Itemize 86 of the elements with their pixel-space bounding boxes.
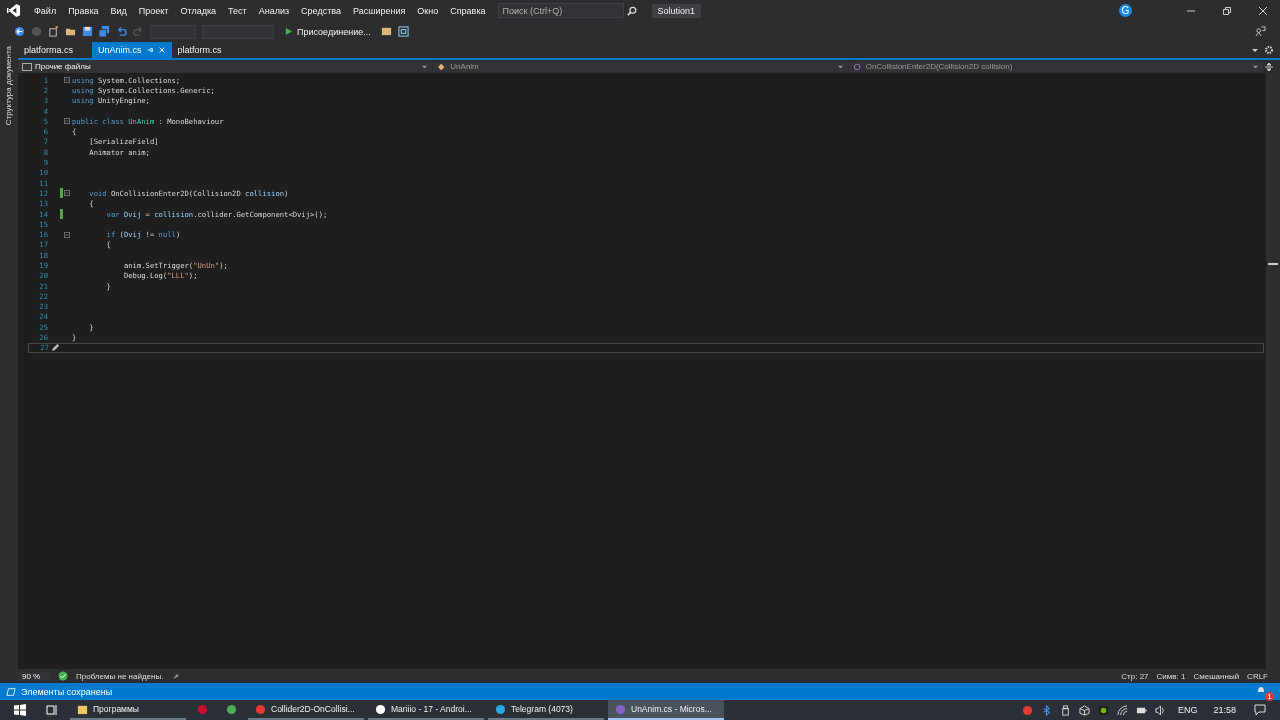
status-message: Элементы сохранены [21, 686, 113, 697]
menu-item[interactable]: Окно [411, 5, 445, 16]
caret-icon [836, 63, 844, 70]
play-icon [284, 27, 293, 36]
taskbar-item[interactable]: Telegram (4073) [488, 700, 604, 720]
cube-icon[interactable] [1078, 704, 1090, 716]
collapse-icon[interactable] [64, 118, 70, 125]
back-icon[interactable] [14, 26, 25, 37]
menu-item[interactable]: Средства [295, 5, 347, 16]
bell-icon[interactable] [1256, 684, 1266, 695]
column-indicator: Симв: 1 [1156, 671, 1186, 681]
undo-icon[interactable] [116, 26, 127, 37]
task-view-icon[interactable] [46, 704, 58, 716]
folder-icon[interactable] [65, 26, 76, 37]
taskbar-item[interactable]: Mariiio - 17 - Androi... [368, 700, 484, 720]
split-icon[interactable] [1264, 61, 1274, 72]
start-icon[interactable] [14, 704, 26, 716]
volume-icon[interactable] [1154, 704, 1166, 716]
taskbar-item[interactable]: Программы [70, 700, 186, 720]
menu-item[interactable]: Справка [444, 5, 492, 16]
check-circle-icon [58, 671, 68, 681]
line-indicator: Стр: 27 [1121, 671, 1149, 681]
dropdown-value: Прочие файлы [35, 62, 91, 71]
collapse-icon[interactable] [64, 231, 70, 238]
input-language[interactable]: ENG [1177, 705, 1198, 715]
action-center-icon[interactable] [1254, 704, 1266, 716]
new-project-icon[interactable] [48, 26, 59, 37]
menu-item[interactable]: Файл [28, 5, 63, 16]
app-icon [226, 703, 237, 715]
notification-badge: 1 [1265, 691, 1274, 701]
menu-item[interactable]: Тест [222, 5, 253, 16]
search-field[interactable]: Поиск (Ctrl+Q) [497, 3, 624, 18]
menu-item[interactable]: Правка [62, 5, 105, 16]
dropdown-value: OnCollisionEnter2D(Collision2D collision) [865, 62, 1013, 71]
toolbar-window-icon[interactable] [397, 26, 409, 37]
pin-icon[interactable] [145, 46, 154, 54]
menu-item[interactable]: Расширения [346, 5, 412, 16]
project-icon [22, 62, 32, 71]
pencil-icon [50, 343, 60, 353]
member-dropdown[interactable]: OnCollisionEnter2D(Collision2D collision) [848, 60, 1263, 73]
restore-icon[interactable] [1222, 5, 1232, 16]
tray-app-icon[interactable] [1021, 704, 1033, 716]
problems-status[interactable]: Проблемы не найдены. [76, 671, 164, 681]
account-avatar[interactable]: G [1119, 4, 1132, 17]
gpu-icon[interactable] [1097, 704, 1109, 716]
taskbar-item[interactable]: Collider2D-OnCollisi... [248, 700, 364, 720]
taskbar-item[interactable]: UnAnim.cs - Micros... [608, 700, 724, 720]
class-dropdown[interactable]: UnAnim [433, 60, 848, 73]
clock[interactable]: 21:58 [1213, 705, 1236, 715]
whitespace-indicator[interactable]: Смешанный [1193, 671, 1240, 681]
app-icon [495, 703, 506, 715]
collapse-icon[interactable] [64, 77, 70, 84]
app-icon [615, 703, 626, 715]
feedback-icon[interactable] [1255, 26, 1266, 37]
solution-name: Solution1 [651, 3, 702, 18]
app-icon [77, 703, 88, 715]
app-icon [255, 703, 266, 715]
settings-icon[interactable] [1264, 45, 1274, 55]
wifi-icon[interactable] [1116, 704, 1128, 716]
usb-drive-icon[interactable] [1059, 704, 1071, 716]
save-all-icon[interactable] [99, 26, 110, 37]
collapse-icon[interactable] [64, 190, 70, 197]
status-icon [6, 686, 16, 697]
zoom-dropdown[interactable]: 90 % [18, 671, 50, 681]
search-icon [626, 5, 637, 16]
document-tab[interactable]: platforma.cs [18, 42, 92, 58]
project-dropdown[interactable]: Прочие файлы [18, 60, 433, 73]
document-tab[interactable]: platform.cs [171, 42, 246, 58]
menu-item[interactable]: Вид [104, 5, 133, 16]
menu-item[interactable]: Анализ [252, 5, 296, 16]
menu-item[interactable]: Отладка [174, 5, 223, 16]
brush-icon[interactable] [171, 671, 182, 681]
document-outline-tab[interactable]: Структура документа [4, 44, 14, 128]
app-icon [375, 703, 386, 715]
caret-icon [421, 63, 429, 70]
line-ending-indicator[interactable]: CRLF [1247, 671, 1268, 681]
method-icon [852, 62, 863, 71]
attach-button[interactable]: Присоединение... [280, 26, 375, 37]
caret-icon [1252, 63, 1259, 70]
save-icon[interactable] [82, 26, 93, 37]
close-icon[interactable] [1258, 5, 1268, 16]
document-tab[interactable]: UnAnim.cs [92, 42, 172, 58]
menu-item[interactable]: Проект [132, 5, 175, 16]
app-icon [197, 703, 208, 715]
visual-studio-logo-icon [6, 3, 21, 18]
dropdown-value: UnAnim [450, 62, 479, 71]
